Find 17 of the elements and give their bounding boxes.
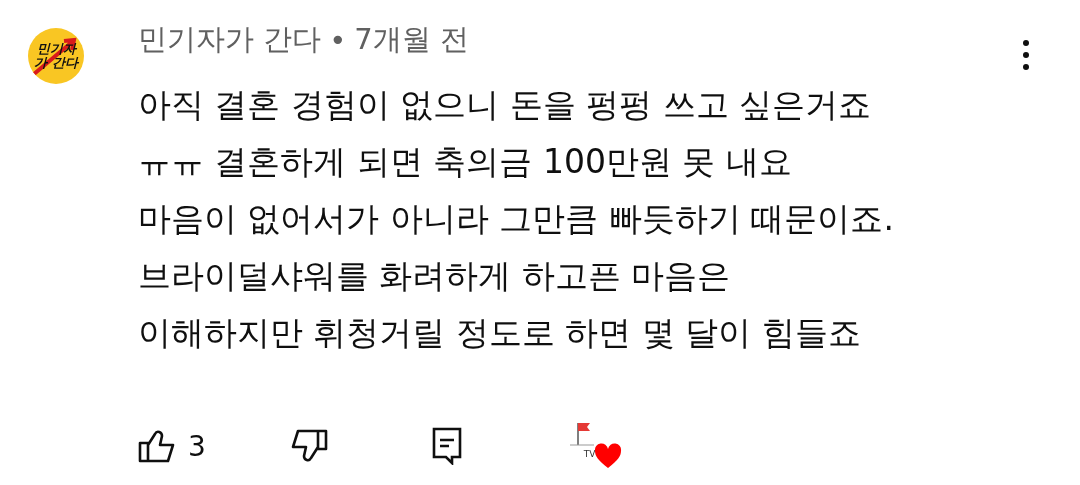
separator-dot: • xyxy=(329,23,347,57)
comment-text-line: ㅠㅠ 결혼하게 되면 축의금 100만원 못 내요 xyxy=(138,141,793,183)
author-name[interactable]: 민기자가 간다 xyxy=(138,20,322,60)
like-button[interactable]: 3 xyxy=(138,429,206,463)
thumbs-up-icon xyxy=(138,429,176,463)
reply-button[interactable] xyxy=(431,427,462,465)
comment-text-line: 아직 결혼 경험이 없으니 돈을 펑펑 쓰고 싶은거죠 xyxy=(138,84,873,126)
creator-label: TV xyxy=(583,449,596,459)
dislike-button[interactable] xyxy=(289,429,328,463)
comment-text-line: 마음이 없어서가 아니라 그만큼 빠듯하기 때문이죠. xyxy=(138,198,895,240)
comment-text-line: 이해하지만 휘청거릴 정도로 하면 몇 달이 힘들죠 xyxy=(138,312,862,354)
more-menu-icon[interactable] xyxy=(1022,39,1030,71)
thumbs-down-icon xyxy=(289,429,328,463)
comment-time: 7개월 전 xyxy=(354,21,469,58)
comment-icon xyxy=(431,427,462,465)
comment-text-line: 브라이덜샤워를 화려하게 하고픈 마음은 xyxy=(138,255,732,297)
flag-icon xyxy=(569,421,594,447)
